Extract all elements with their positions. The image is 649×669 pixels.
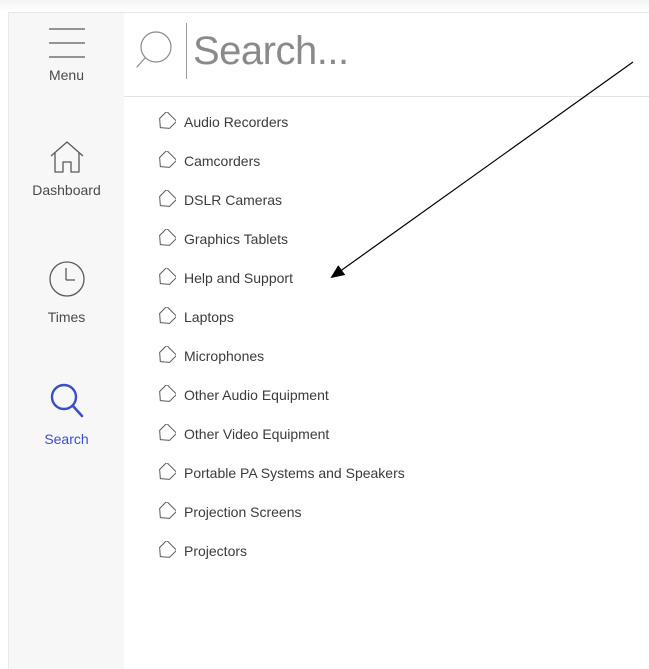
list-item[interactable]: Other Audio Equipment — [156, 385, 405, 426]
tag-icon — [159, 112, 176, 129]
search-input[interactable] — [186, 23, 613, 79]
list-item[interactable]: Laptops — [156, 307, 405, 348]
category-label: Other Video Equipment — [184, 426, 330, 442]
list-item[interactable]: Projection Screens — [156, 502, 405, 543]
tag-icon — [159, 463, 176, 480]
main-content: Audio Recorders Camcorders DSLR Cameras … — [124, 12, 649, 669]
tag-icon — [159, 502, 176, 519]
list-item[interactable]: Audio Recorders — [156, 112, 405, 153]
clock-icon — [48, 261, 85, 297]
list-item[interactable]: Portable PA Systems and Speakers — [156, 463, 405, 504]
tag-icon — [159, 190, 176, 207]
tag-icon — [159, 541, 176, 558]
sidebar-item-label: Search — [44, 431, 89, 447]
search-icon[interactable] — [134, 27, 178, 71]
list-item[interactable]: DSLR Cameras — [156, 190, 405, 231]
home-icon — [50, 141, 83, 173]
app-frame: Menu Dashboard Times Search Search... Au… — [0, 0, 649, 669]
category-label: Laptops — [184, 309, 234, 325]
category-label: Projectors — [184, 543, 248, 559]
sidebar-item-menu[interactable]: Menu — [9, 23, 124, 83]
tag-icon — [159, 268, 176, 285]
hamburger-icon — [48, 28, 85, 58]
list-item[interactable]: Help and Support — [156, 268, 405, 309]
category-label: Other Audio Equipment — [184, 387, 329, 403]
list-item[interactable]: Other Video Equipment — [156, 424, 405, 465]
list-item[interactable]: Graphics Tablets — [156, 229, 405, 270]
search-bar — [124, 13, 649, 97]
category-label: Portable PA Systems and Speakers — [184, 465, 405, 481]
search-icon — [50, 383, 83, 418]
sidebar-item-label: Dashboard — [32, 182, 101, 198]
category-label: Help and Support — [184, 270, 293, 286]
list-item[interactable]: Projectors — [156, 541, 405, 582]
category-label: Projection Screens — [184, 504, 302, 520]
sidebar: Menu Dashboard Times Search — [8, 12, 125, 669]
tag-icon — [159, 346, 176, 363]
sidebar-item-label: Times — [47, 309, 86, 325]
tag-icon — [159, 151, 176, 168]
list-item[interactable]: Microphones — [156, 346, 405, 387]
sidebar-item-label: Menu — [48, 67, 85, 83]
category-label: Graphics Tablets — [184, 231, 289, 247]
list-item[interactable]: Camcorders — [156, 151, 405, 192]
category-label: DSLR Cameras — [184, 192, 283, 208]
category-label: Audio Recorders — [184, 114, 289, 130]
sidebar-item-times[interactable]: Times — [9, 259, 124, 325]
category-label: Camcorders — [184, 153, 261, 169]
category-list: Audio Recorders Camcorders DSLR Cameras … — [156, 112, 405, 582]
tag-icon — [159, 229, 176, 246]
tag-icon — [159, 424, 176, 441]
category-label: Microphones — [184, 348, 265, 364]
sidebar-item-search[interactable]: Search — [9, 381, 124, 447]
sidebar-item-dashboard[interactable]: Dashboard — [9, 138, 124, 198]
tag-icon — [159, 385, 176, 402]
window-top-edge — [0, 0, 649, 12]
tag-icon — [159, 307, 176, 324]
